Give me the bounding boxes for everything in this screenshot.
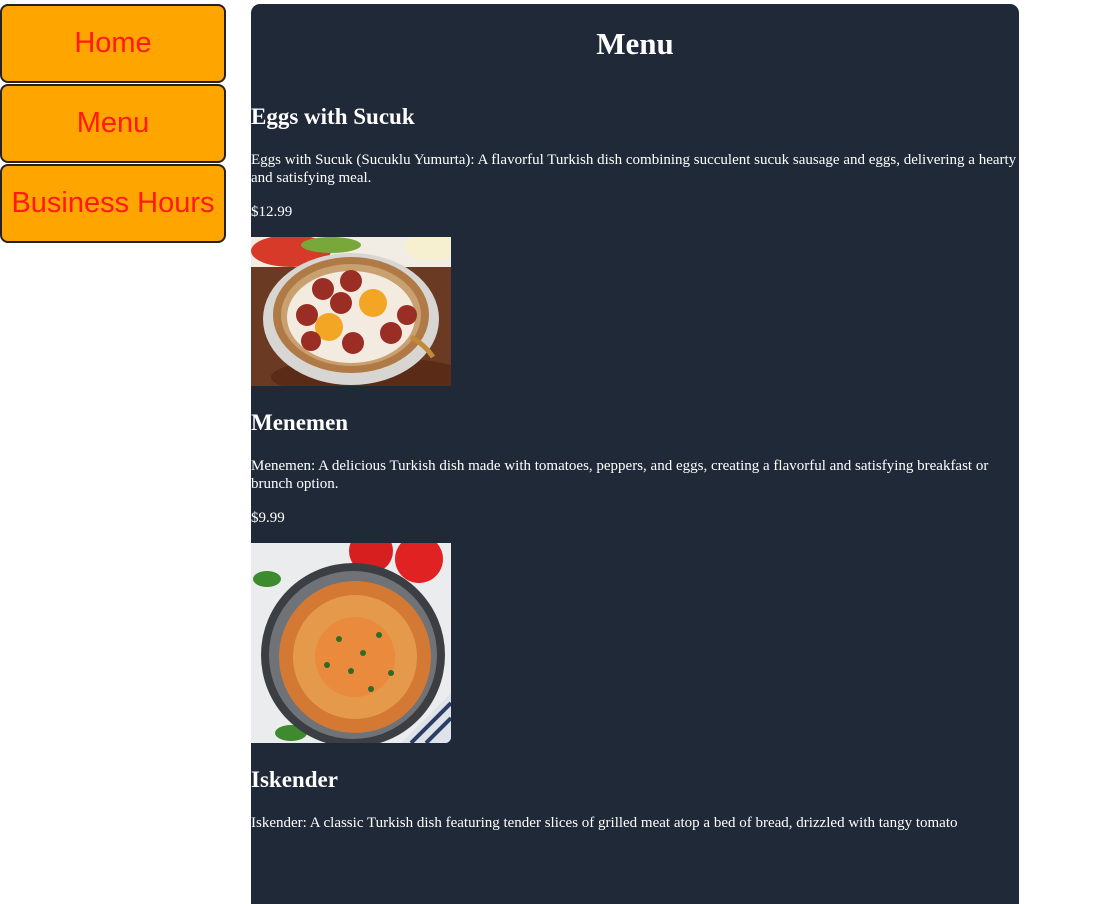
menu-item-description: Eggs with Sucuk (Sucuklu Yumurta): A fla… [251,152,1017,186]
nav-home-button[interactable]: Home [0,4,226,83]
menu-item-price: $9.99 [251,510,285,526]
sidebar-nav: Home Menu Business Hours [0,4,226,244]
page-title: Menu [596,26,674,61]
menu-panel: Menu Eggs with Sucuk Eggs with Sucuk (Su… [251,4,1019,904]
nav-menu-button[interactable]: Menu [0,84,226,163]
nav-business-hours-button[interactable]: Business Hours [0,164,226,243]
menu-item-description: Menemen: A delicious Turkish dish made w… [251,458,989,492]
menu-item-description: Iskender: A classic Turkish dish featuri… [251,815,958,831]
menu-item-price: $12.99 [251,204,293,220]
menu-item-title: Eggs with Sucuk [251,104,415,129]
menu-item-title: Iskender [251,767,338,792]
eggs-with-sucuk-image [251,237,451,386]
menemen-image [251,543,451,743]
menu-item-title: Menemen [251,410,349,435]
